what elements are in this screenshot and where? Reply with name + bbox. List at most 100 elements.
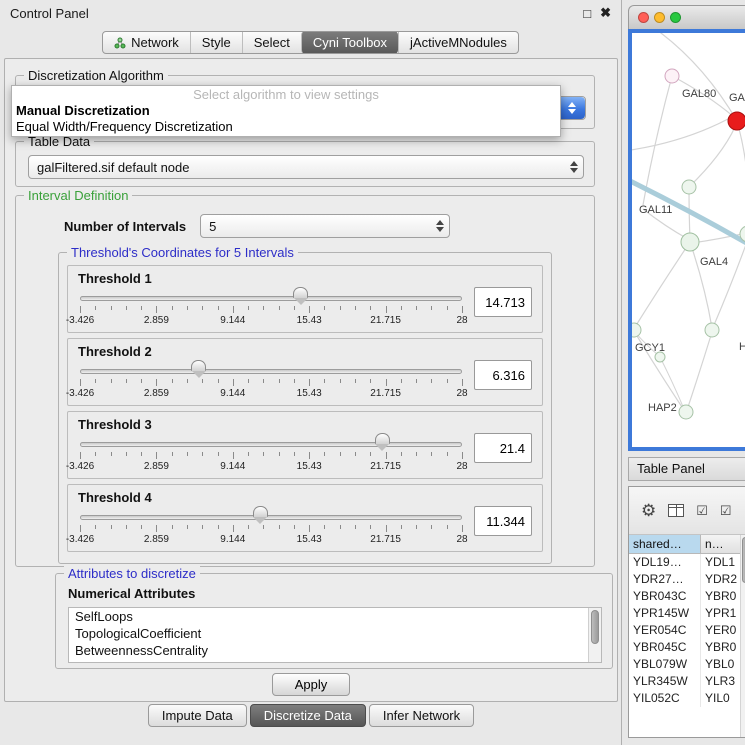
network-node[interactable]: [632, 323, 641, 337]
network-canvas[interactable]: GAL80GAGAL11GAL4GCY1HHAP2: [632, 33, 745, 447]
table-row[interactable]: YPR145WYPR1: [629, 605, 745, 622]
tick-mark: [355, 525, 356, 529]
network-window-titlebar[interactable]: [628, 5, 745, 29]
cell-shared-name[interactable]: YDL19…: [629, 554, 701, 571]
tick-mark: [279, 525, 280, 529]
apply-row: Apply: [5, 673, 617, 696]
network-edge[interactable]: [632, 119, 728, 151]
table-data-select[interactable]: galFiltered.sif default node: [28, 155, 584, 179]
threshold-1-value-input[interactable]: [474, 287, 532, 317]
columns-icon[interactable]: [668, 504, 684, 517]
tab-discretize-data[interactable]: Discretize Data: [250, 704, 366, 727]
network-edge[interactable]: [643, 76, 672, 205]
dropdown-option-manual-discretization[interactable]: Manual Discretization: [12, 103, 560, 119]
slider-thumb[interactable]: [375, 433, 390, 452]
network-node[interactable]: [705, 323, 719, 337]
tab-jactivemnodules[interactable]: jActiveMNodules: [398, 32, 518, 53]
tab-cyni-toolbox[interactable]: Cyni Toolbox: [301, 31, 398, 54]
tab-select[interactable]: Select: [242, 32, 301, 53]
table-row[interactable]: YLR345WYLR3: [629, 673, 745, 690]
table-row[interactable]: YDR27…YDR2: [629, 571, 745, 588]
cell-shared-name[interactable]: YPR145W: [629, 605, 701, 622]
float-window-icon[interactable]: □: [583, 6, 591, 21]
network-node[interactable]: [682, 180, 696, 194]
attributes-scrollbar[interactable]: [588, 608, 601, 662]
network-edge[interactable]: [650, 33, 737, 121]
threshold-4-slider[interactable]: -3.4262.8599.14415.4321.71528: [80, 505, 462, 547]
cell-shared-name[interactable]: YLR345W: [629, 673, 701, 690]
table-row[interactable]: YBL079WYBL0: [629, 656, 745, 673]
threshold-2-value-input[interactable]: [474, 360, 532, 390]
cell-name[interactable]: YIL0: [701, 690, 745, 707]
apply-button[interactable]: Apply: [272, 673, 351, 696]
threshold-2-slider[interactable]: -3.4262.8599.14415.4321.71528: [80, 359, 462, 401]
table-row[interactable]: YDL19…YDL1: [629, 554, 745, 571]
threshold-4-value-input[interactable]: [474, 506, 532, 536]
network-edge[interactable]: [714, 239, 745, 325]
network-node[interactable]: [728, 112, 745, 130]
cell-shared-name[interactable]: YBL079W: [629, 656, 701, 673]
cell-name[interactable]: YBR0: [701, 639, 745, 656]
column-header-name[interactable]: n…: [701, 535, 745, 553]
cell-name[interactable]: YLR3: [701, 673, 745, 690]
slider-track[interactable]: [80, 515, 462, 520]
table-row[interactable]: YIL052CYIL0: [629, 690, 745, 707]
cell-name[interactable]: YBR0: [701, 588, 745, 605]
threshold-3-slider[interactable]: -3.4262.8599.14415.4321.71528: [80, 432, 462, 474]
cell-shared-name[interactable]: YBR043C: [629, 588, 701, 605]
scrollbar-thumb[interactable]: [591, 610, 599, 644]
cell-shared-name[interactable]: YIL052C: [629, 690, 701, 707]
cell-name[interactable]: YBL0: [701, 656, 745, 673]
tick-mark: [370, 379, 371, 383]
attribute-item-betweennesscentrality[interactable]: BetweennessCentrality: [69, 642, 601, 659]
network-edge[interactable]: [737, 121, 745, 231]
close-traffic-light-icon[interactable]: [638, 12, 649, 23]
cell-name[interactable]: YER0: [701, 622, 745, 639]
attribute-item-selfloops[interactable]: SelfLoops: [69, 608, 601, 625]
table-row[interactable]: YBR045CYBR0: [629, 639, 745, 656]
table-row[interactable]: YBR043CYBR0: [629, 588, 745, 605]
close-icon[interactable]: ✖: [600, 5, 611, 21]
slider-track[interactable]: [80, 442, 462, 447]
combo-stepper-icon[interactable]: [431, 215, 449, 237]
select-all-checkbox-icon[interactable]: ☑: [696, 504, 708, 517]
slider-thumb[interactable]: [293, 287, 308, 306]
slider-thumb[interactable]: [191, 360, 206, 379]
combo-stepper-icon[interactable]: [559, 97, 585, 119]
gear-icon[interactable]: ⚙: [641, 502, 656, 519]
slider-track[interactable]: [80, 296, 462, 301]
network-edge[interactable]: [635, 245, 688, 327]
cell-shared-name[interactable]: YDR27…: [629, 571, 701, 588]
cell-name[interactable]: YDR2: [701, 571, 745, 588]
network-node[interactable]: [679, 405, 693, 419]
slider-thumb[interactable]: [253, 506, 268, 525]
tick-mark: [248, 379, 249, 383]
combo-stepper-icon[interactable]: [565, 156, 583, 178]
cell-name[interactable]: YDL1: [701, 554, 745, 571]
slider-tick-labels: -3.4262.8599.14415.4321.71528: [80, 388, 462, 400]
threshold-label: Threshold 1: [68, 266, 542, 286]
slider-track[interactable]: [80, 369, 462, 374]
cell-shared-name[interactable]: YBR045C: [629, 639, 701, 656]
network-edge[interactable]: [689, 127, 735, 187]
cell-shared-name[interactable]: YER054C: [629, 622, 701, 639]
network-node[interactable]: [681, 233, 699, 251]
tab-style[interactable]: Style: [190, 32, 242, 53]
threshold-1-slider[interactable]: -3.4262.8599.14415.4321.71528: [80, 286, 462, 328]
number-of-intervals-select[interactable]: 5: [200, 214, 450, 238]
column-header-shared-name[interactable]: shared…: [629, 535, 701, 553]
threshold-3-value-input[interactable]: [474, 433, 532, 463]
network-node[interactable]: [665, 69, 679, 83]
table-scrollbar[interactable]: [740, 535, 745, 737]
tab-infer-network[interactable]: Infer Network: [369, 704, 474, 727]
select-checkbox-icon[interactable]: ☑: [720, 504, 732, 517]
cell-name[interactable]: YPR1: [701, 605, 745, 622]
attribute-item-topologicalcoefficient[interactable]: TopologicalCoefficient: [69, 625, 601, 642]
network-edge[interactable]: [687, 332, 712, 410]
minimize-traffic-light-icon[interactable]: [654, 12, 665, 23]
dropdown-option-equal-width-frequency[interactable]: Equal Width/Frequency Discretization: [12, 119, 560, 135]
tab-network[interactable]: Network: [103, 32, 190, 53]
zoom-traffic-light-icon[interactable]: [670, 12, 681, 23]
tab-impute-data[interactable]: Impute Data: [148, 704, 247, 727]
table-row[interactable]: YER054CYER0: [629, 622, 745, 639]
